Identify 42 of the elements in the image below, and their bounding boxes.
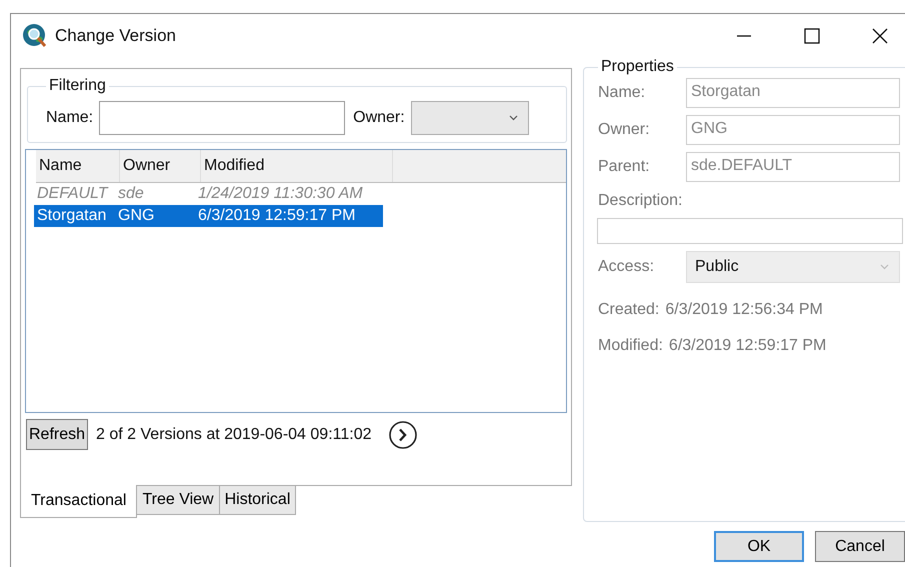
field-label: Owner: [598,121,651,139]
dialog-button[interactable]: Cancel [815,531,905,562]
chevron-down-icon [508,115,518,121]
chevron-down-icon [880,264,889,270]
description-label: Description: [598,192,684,210]
group-title: Filtering [48,77,107,95]
window-title: Change Version [55,26,176,46]
description-field[interactable] [597,218,903,244]
info-value: 6/3/2019 12:56:34 PM [665,301,823,319]
name-label: Name: [46,109,94,127]
readonly-field[interactable]: sde.DEFAULT [686,152,900,182]
tab[interactable]: Transactional [20,485,138,518]
table-cell-text: sde [117,185,145,203]
tab[interactable]: Tree View [137,485,220,515]
column-header[interactable]: Modified [201,150,393,182]
access-dropdown[interactable]: Public [686,251,900,283]
name-field[interactable] [99,101,346,135]
globe-magnifier-icon [22,23,48,49]
status-text: 2 of 2 Versions at 2019-06-04 09:11:02 [96,426,372,444]
close-icon[interactable] [872,28,888,44]
column-header[interactable]: Owner [120,150,201,182]
readonly-field[interactable]: Storgatan [686,78,900,108]
version-row[interactable]: Storgatan GNG 6/3/2019 12:59:17 PM [34,205,383,227]
tab[interactable]: Historical [220,485,296,515]
refresh-button[interactable]: Refresh [26,419,88,450]
column-header[interactable]: Name [36,150,120,182]
dialog-button[interactable]: OK [714,531,804,562]
table-cell-text: 1/24/2019 11:30:30 AM [197,185,364,203]
table-cell-text: DEFAULT [36,185,110,203]
table-cell-text: GNG [117,207,156,225]
info-label: Created: [598,301,660,319]
info-value: 6/3/2019 12:59:17 PM [668,337,826,355]
group-title: Properties [600,58,675,76]
readonly-field[interactable]: GNG [686,115,900,145]
field-label: Parent: [598,158,651,176]
access-label: Access: [598,258,656,276]
table-cell-text: Storgatan [36,207,108,225]
maximize-icon[interactable] [804,28,820,44]
owner-label: Owner: [353,109,405,127]
table-cell-text: 6/3/2019 12:59:17 PM [197,207,356,225]
field-label: Name: [598,84,646,102]
info-label: Modified: [598,337,663,355]
